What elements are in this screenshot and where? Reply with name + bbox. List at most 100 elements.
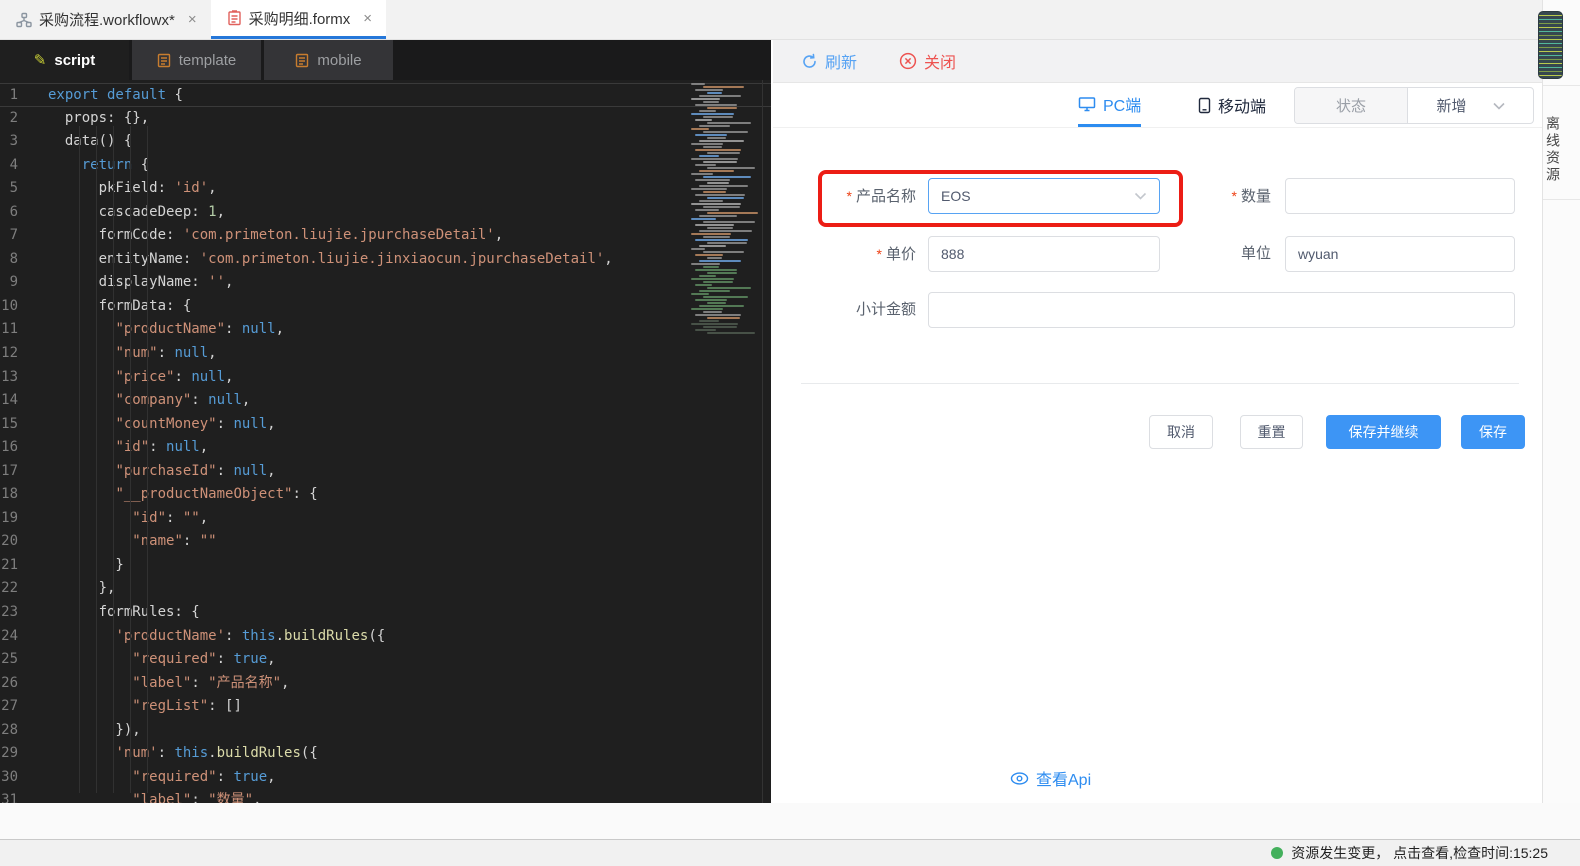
code-line[interactable]: 10 formData: {: [0, 295, 771, 319]
line-number: 17: [0, 460, 48, 484]
editor-tab-label: template: [179, 52, 237, 69]
tab-formx-file[interactable]: 采购明细.formx ×: [211, 0, 386, 39]
product-name-select[interactable]: EOS: [928, 178, 1160, 214]
refresh-icon: [801, 53, 818, 70]
code-lines: 1export default {2 props: {},3 data() {4…: [0, 83, 771, 803]
device-tab-row: PC端 移动端 状态 新增: [773, 83, 1542, 128]
status-dot-icon: [1271, 847, 1283, 859]
monitor-icon: [1078, 96, 1096, 112]
code-line[interactable]: 1export default {: [0, 83, 771, 107]
line-number: 11: [0, 318, 48, 342]
tab-pc[interactable]: PC端: [1078, 83, 1141, 127]
quantity-input[interactable]: [1285, 178, 1515, 214]
refresh-button[interactable]: 刷新: [801, 49, 857, 73]
file-tab-label: 采购明细.formx: [249, 8, 351, 29]
form-file-icon: [227, 10, 242, 26]
code-line[interactable]: 21 }: [0, 554, 771, 578]
code-line[interactable]: 5 pkField: 'id',: [0, 177, 771, 201]
line-number: 16: [0, 436, 48, 460]
state-select[interactable]: 新增: [1408, 88, 1533, 123]
line-number: 8: [0, 248, 48, 272]
line-number: 7: [0, 224, 48, 248]
code-line[interactable]: 13 "price": null,: [0, 366, 771, 390]
file-tab-label: 采购流程.workflowx*: [39, 9, 175, 30]
code-line[interactable]: 12 "num": null,: [0, 342, 771, 366]
indent-guide: [96, 126, 97, 793]
indent-guide: [113, 126, 114, 793]
divider: [801, 383, 1519, 384]
line-number: 2: [0, 107, 48, 131]
code-line[interactable]: 7 formCode: 'com.primeton.liujie.jpurcha…: [0, 224, 771, 248]
minimap[interactable]: [689, 83, 761, 343]
code-line[interactable]: 26 "label": "产品名称",: [0, 672, 771, 696]
reset-button[interactable]: 重置: [1240, 415, 1303, 449]
required-mark: *: [1232, 188, 1237, 204]
code-line[interactable]: 8 entityName: 'com.primeton.liujie.jinxi…: [0, 248, 771, 272]
code-line[interactable]: 14 "company": null,: [0, 389, 771, 413]
state-label: 状态: [1295, 88, 1408, 123]
bottom-strip: [0, 803, 1580, 840]
app-window: 采购流程.workflowx* × 采购明细.formx × ✎ script: [0, 0, 1580, 866]
code-editor-pane: ✎ script template: [0, 40, 771, 803]
code-line[interactable]: 28 }),: [0, 719, 771, 743]
tab-mobile[interactable]: mobile: [264, 40, 393, 80]
line-number: 22: [0, 577, 48, 601]
code-line[interactable]: 29 'num': this.buildRules({: [0, 742, 771, 766]
code-line[interactable]: 11 "productName": null,: [0, 318, 771, 342]
code-line[interactable]: 18 "__productNameObject": {: [0, 483, 771, 507]
unit-input[interactable]: [1285, 236, 1515, 272]
code-line[interactable]: 25 "required": true,: [0, 648, 771, 672]
mini-scroll-widget: [1538, 11, 1563, 79]
line-number: 3: [0, 130, 48, 154]
code-line[interactable]: 9 displayName: '',: [0, 271, 771, 295]
line-number: 4: [0, 154, 48, 178]
editor-tab-label: mobile: [317, 52, 361, 69]
code-line[interactable]: 16 "id": null,: [0, 436, 771, 460]
code-line[interactable]: 23 formRules: {: [0, 601, 771, 625]
view-api-link[interactable]: 查看Api: [1010, 766, 1091, 790]
code-line[interactable]: 2 props: {},: [0, 107, 771, 131]
line-number: 24: [0, 625, 48, 649]
code-line[interactable]: 22 },: [0, 577, 771, 601]
tab-template[interactable]: template: [132, 40, 261, 80]
tab-mobile-device[interactable]: 移动端: [1198, 83, 1266, 127]
code-line[interactable]: 6 cascadeDeep: 1,: [0, 201, 771, 225]
line-number: 15: [0, 413, 48, 437]
code-line[interactable]: 20 "name": "": [0, 530, 771, 554]
code-line[interactable]: 3 data() {: [0, 130, 771, 154]
status-message[interactable]: 资源发生变更， 点击查看,检查时间:15:25: [1291, 843, 1548, 863]
code-line[interactable]: 27 "regList": []: [0, 695, 771, 719]
line-number: 12: [0, 342, 48, 366]
close-preview-button[interactable]: 关闭: [899, 49, 956, 73]
rail-item-offline-resources[interactable]: 离线资源: [1543, 86, 1580, 200]
workflow-icon: [16, 12, 32, 28]
save-button[interactable]: 保存: [1461, 415, 1525, 449]
tab-script[interactable]: ✎ script: [0, 40, 129, 80]
chevron-down-icon: [1493, 102, 1505, 110]
required-mark: *: [847, 188, 852, 204]
tab-workflow-file[interactable]: 采购流程.workflowx* ×: [0, 0, 211, 39]
price-input[interactable]: [928, 236, 1160, 272]
code-area[interactable]: 1export default {2 props: {},3 data() {4…: [0, 80, 771, 803]
close-icon[interactable]: ×: [363, 10, 372, 27]
indent-guide: [147, 126, 148, 793]
indent-guide: [130, 126, 131, 793]
code-line[interactable]: 4 return {: [0, 154, 771, 178]
state-value: 新增: [1436, 95, 1466, 116]
line-number: 14: [0, 389, 48, 413]
code-line[interactable]: 31 "label": "数量",: [0, 789, 771, 803]
code-line[interactable]: 15 "countMoney": null,: [0, 413, 771, 437]
code-line[interactable]: 24 'productName': this.buildRules({: [0, 625, 771, 649]
file-icon: [295, 53, 309, 68]
code-line[interactable]: 30 "required": true,: [0, 766, 771, 790]
state-select-group: 状态 新增: [1294, 87, 1534, 124]
device-tab-label: 移动端: [1218, 93, 1266, 117]
form-area: *产品名称 EOS *数量 *单价 单位: [773, 128, 1542, 802]
subtotal-input[interactable]: [928, 292, 1515, 328]
save-and-continue-button[interactable]: 保存并继续: [1326, 415, 1441, 449]
code-line[interactable]: 19 "id": "",: [0, 507, 771, 531]
code-line[interactable]: 17 "purchaseId": null,: [0, 460, 771, 484]
cancel-button[interactable]: 取消: [1149, 415, 1213, 449]
close-icon[interactable]: ×: [188, 11, 197, 28]
line-number: 19: [0, 507, 48, 531]
